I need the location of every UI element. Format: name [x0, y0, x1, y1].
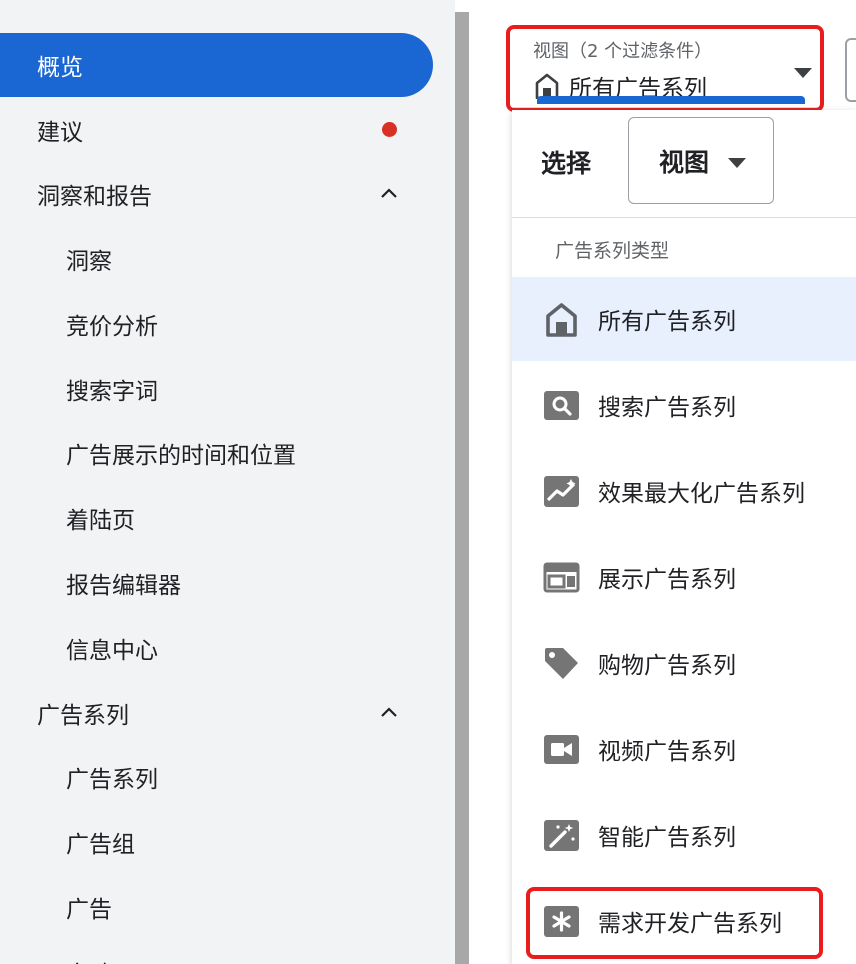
nav-item-landing-pages[interactable]: 着陆页 — [0, 486, 455, 550]
nav-item-overview[interactable]: 概览 — [0, 33, 433, 97]
dropdown-arrow-icon — [728, 158, 746, 168]
asterisk-icon — [544, 906, 579, 937]
adjacent-filter-box[interactable] — [845, 38, 856, 102]
nav-item-label: 信息中心 — [66, 638, 158, 664]
select-label: 选择 — [541, 149, 592, 178]
nav-item-label: 实验 — [66, 955, 112, 964]
nav-item-insights-and-reports[interactable]: 洞察和报告 — [0, 162, 455, 226]
search-icon — [544, 391, 579, 420]
nav-item-report-editor[interactable]: 报告编辑器 — [0, 551, 455, 615]
section-title-campaign-types: 广告系列类型 — [555, 240, 670, 262]
nav-item-label: 搜索字词 — [66, 379, 158, 405]
nav-item-label: 广告系列 — [66, 767, 158, 793]
nav-item-label: 建议 — [37, 120, 83, 146]
menu-item-label: 智能广告系列 — [598, 825, 736, 851]
video-camera-icon — [544, 735, 579, 764]
trending-up-icon — [544, 476, 579, 507]
menu-item-label: 搜索广告系列 — [598, 395, 736, 421]
nav-item-label: 报告编辑器 — [66, 573, 181, 599]
nav-item-ad-groups[interactable]: 广告组 — [0, 810, 455, 874]
nav-item-recommendations[interactable]: 建议 — [0, 98, 455, 162]
nav-item-label: 广告 — [66, 897, 112, 923]
menu-item-shopping-campaigns[interactable]: 购物广告系列 — [512, 621, 856, 705]
menu-item-all-campaigns[interactable]: 所有广告系列 — [512, 277, 856, 361]
dropdown-arrow-icon — [794, 68, 812, 78]
left-navigation: 概览 建议 洞察和报告 洞察 竞价分析 搜索字词 广告展示的时间和位置 着陆页 … — [0, 0, 455, 964]
select-view-value: 视图 — [659, 147, 710, 177]
menu-item-label: 展示广告系列 — [598, 567, 736, 593]
menu-item-label: 购物广告系列 — [598, 653, 736, 679]
menu-item-performance-max-campaigns[interactable]: 效果最大化广告系列 — [512, 449, 856, 533]
menu-item-label: 视频广告系列 — [598, 739, 736, 765]
menu-item-demand-gen-campaigns[interactable]: 需求开发广告系列 — [512, 879, 856, 963]
view-selector-caption: 视图（2 个过滤条件） — [533, 41, 713, 62]
chevron-up-icon[interactable] — [377, 182, 401, 206]
nav-item-label: 洞察 — [66, 249, 112, 275]
view-selector-underline — [537, 96, 805, 104]
nav-item-auction-insights[interactable]: 竞价分析 — [0, 292, 455, 356]
nav-item-experiments[interactable]: 实验 — [0, 940, 455, 964]
divider — [512, 217, 856, 218]
nav-item-ads[interactable]: 广告 — [0, 875, 455, 939]
nav-item-label: 广告系列 — [37, 703, 129, 729]
nav-item-campaigns[interactable]: 广告系列 — [0, 745, 455, 809]
select-view-dropdown[interactable]: 视图 — [628, 117, 774, 204]
home-icon — [546, 303, 577, 337]
nav-item-when-and-where-ads-showed[interactable]: 广告展示的时间和位置 — [0, 421, 455, 485]
notification-dot — [382, 122, 397, 137]
menu-item-video-campaigns[interactable]: 视频广告系列 — [512, 707, 856, 791]
nav-item-label: 概览 — [37, 55, 83, 81]
nav-item-label: 广告组 — [66, 832, 135, 858]
nav-item-label: 着陆页 — [66, 508, 135, 534]
view-selector[interactable]: 视图（2 个过滤条件） 所有广告系列 — [513, 29, 822, 109]
menu-item-label: 所有广告系列 — [598, 309, 736, 335]
nav-item-label: 洞察和报告 — [37, 184, 152, 210]
menu-item-search-campaigns[interactable]: 搜索广告系列 — [512, 363, 856, 447]
menu-item-smart-campaigns[interactable]: 智能广告系列 — [512, 793, 856, 877]
display-layout-icon — [543, 562, 580, 593]
magic-wand-icon — [544, 820, 579, 851]
sidebar-scrollbar[interactable] — [455, 12, 469, 964]
nav-item-label: 广告展示的时间和位置 — [66, 443, 296, 469]
chevron-up-icon[interactable] — [377, 701, 401, 725]
nav-item-dashboards[interactable]: 信息中心 — [0, 616, 455, 680]
menu-item-label: 需求开发广告系列 — [598, 911, 782, 937]
nav-item-campaigns-group[interactable]: 广告系列 — [0, 681, 455, 745]
nav-item-search-terms[interactable]: 搜索字词 — [0, 357, 455, 421]
tag-icon — [545, 648, 578, 679]
nav-item-label: 竞价分析 — [66, 314, 158, 340]
nav-item-insights[interactable]: 洞察 — [0, 227, 455, 291]
view-dropdown-panel: 选择 视图 广告系列类型 所有广告系列 搜索广告系列 效果最大化广告系列 展示广… — [512, 110, 856, 964]
menu-item-label: 效果最大化广告系列 — [598, 481, 805, 507]
menu-item-display-campaigns[interactable]: 展示广告系列 — [512, 535, 856, 619]
